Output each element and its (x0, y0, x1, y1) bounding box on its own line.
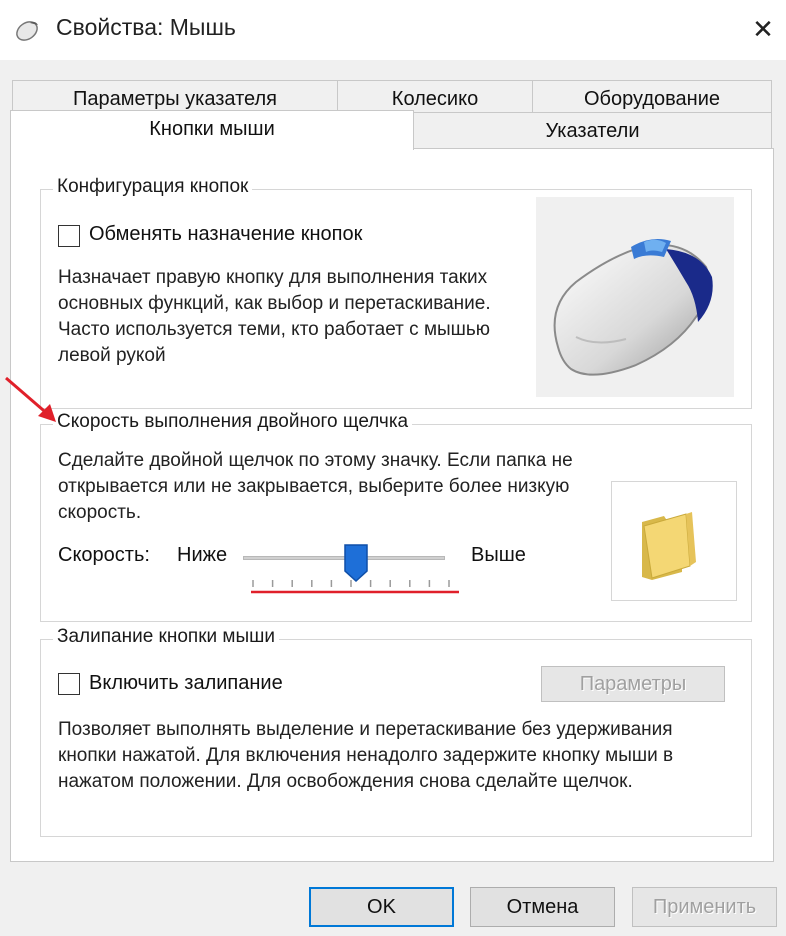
mouse-image (553, 239, 713, 376)
swap-buttons-checkbox[interactable] (58, 225, 80, 247)
slider-thumb[interactable] (343, 543, 369, 583)
window-title: Свойства: Мышь (56, 14, 236, 40)
swap-buttons-label[interactable]: Обменять назначение кнопок (89, 223, 362, 246)
tab-pointers[interactable]: Указатели (413, 112, 772, 150)
swap-buttons-description: Назначает правую кнопку для выполнения т… (58, 267, 491, 366)
speed-low-label: Ниже (177, 544, 228, 566)
tab-mouse-buttons[interactable]: Кнопки мыши (10, 110, 414, 150)
click-lock-label[interactable]: Включить залипание (89, 672, 283, 695)
click-lock-checkbox[interactable] (58, 673, 80, 695)
click-lock-description: Позволяет выполнять выделение и перетаск… (58, 719, 674, 792)
tab-hardware[interactable]: Оборудование (532, 80, 772, 116)
mouse-illustration (536, 197, 734, 397)
close-button[interactable]: ✕ (740, 8, 786, 52)
tab-panel: Конфигурация кнопок Обменять назначение … (10, 148, 774, 862)
mouse-icon (16, 21, 38, 41)
click-lock-settings-label: Параметры (579, 673, 687, 695)
cancel-button[interactable]: Отмена (470, 887, 615, 927)
click-lock-settings-button[interactable]: Параметры (541, 666, 725, 702)
folder-icon[interactable] (612, 482, 736, 600)
double-click-description: Сделайте двойной щелчок по этому значку.… (58, 450, 573, 523)
ok-button[interactable]: OK (309, 887, 454, 927)
speed-label: Скорость: (58, 544, 150, 566)
group-title: Залипание кнопки мыши (53, 626, 279, 648)
test-folder-area[interactable] (611, 481, 737, 601)
title-bar: Свойства: Мышь ✕ (0, 0, 786, 60)
speed-high-label: Выше (471, 544, 526, 566)
apply-label: Применить (652, 896, 757, 918)
apply-button[interactable]: Применить (632, 887, 777, 927)
slider-ticks (251, 580, 459, 594)
annotation-arrow (5, 376, 56, 422)
tab-strip: Параметры указателя Колесико Оборудовани… (0, 60, 786, 150)
group-title: Конфигурация кнопок (53, 176, 253, 198)
group-title: Скорость выполнения двойного щелчка (53, 411, 413, 433)
